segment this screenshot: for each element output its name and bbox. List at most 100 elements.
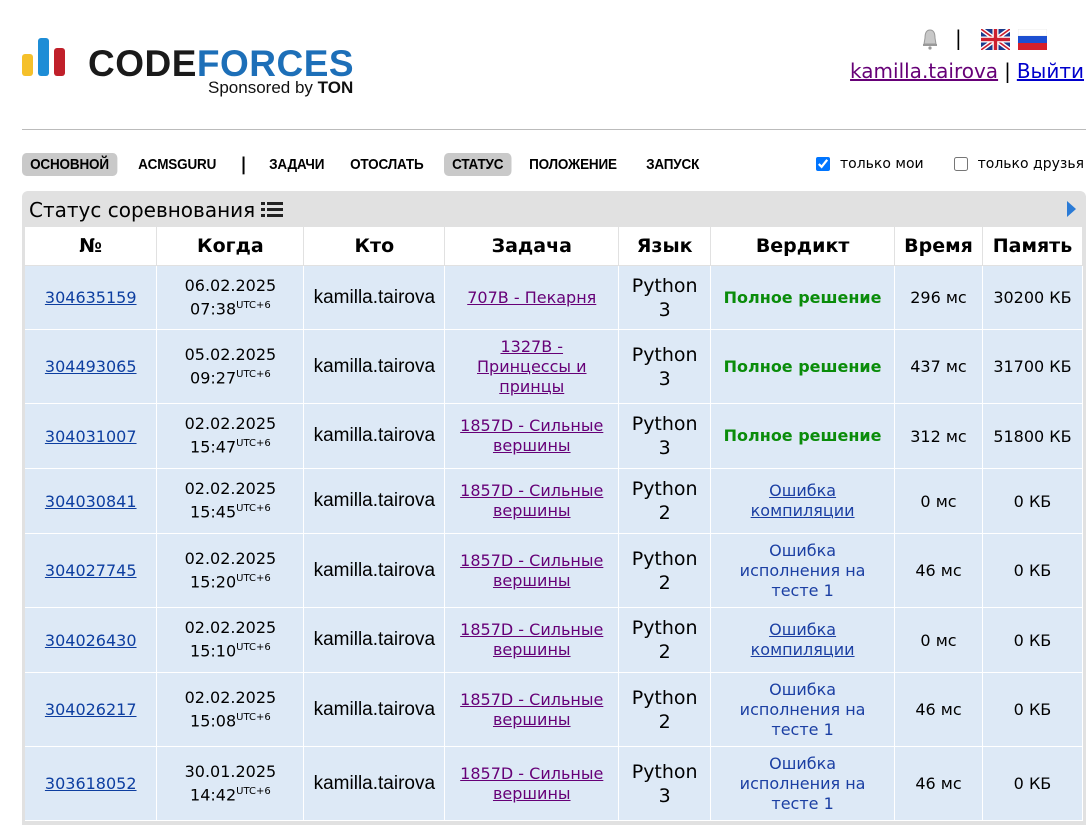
table-row: 304493065 05.02.2025 09:27UTC+6 kamilla.tai… (25, 329, 1084, 404)
language-cell: Python 2 (618, 607, 712, 673)
verdict-text: Полное решение (723, 356, 882, 376)
submission-id-link[interactable]: 304635159 (45, 288, 137, 307)
submission-time: 15:08 (190, 711, 237, 731)
submission-time: 15:10 (190, 641, 237, 661)
memory-consumed: 0 КБ (982, 468, 1084, 534)
language-version: 2 (658, 571, 671, 594)
nav-standings[interactable]: ПОЛОЖЕНИЕ (521, 153, 625, 176)
nav-main[interactable]: ОСНОВНОЙ (22, 152, 117, 176)
submission-id-cell: 304027745 (25, 533, 158, 608)
problem-link[interactable]: 1857D - Сильные вершины (460, 764, 603, 803)
problem-cell: 1857D - Сильные вершины (444, 403, 620, 469)
memory-consumed: 0 КБ (982, 672, 1084, 747)
submission-id-link[interactable]: 304026430 (45, 631, 137, 650)
status-table-header: № Когда Кто Задача Язык Вердикт Время Па… (25, 227, 1084, 266)
problem-cell: 1857D - Сильные вершины (444, 607, 620, 673)
submission-date: 02.02.2025 (184, 618, 277, 638)
filter-mine-checkbox[interactable] (816, 157, 830, 171)
language-name: Python (631, 760, 698, 783)
problem-cell: 1857D - Сильные вершины (444, 672, 620, 747)
problem-link[interactable]: 1857D - Сильные вершины (460, 551, 603, 590)
submission-id-link[interactable]: 304031007 (45, 427, 137, 446)
memory-consumed: 0 КБ (982, 533, 1084, 608)
submission-time: 15:47 (190, 437, 237, 457)
submission-id-cell: 304493065 (25, 329, 158, 404)
nav-acmsguru[interactable]: ACMSGURU (130, 153, 224, 176)
col-problem: Задача (444, 227, 620, 266)
bell-icon[interactable] (920, 28, 940, 50)
verdict-cell: Полное решение (710, 329, 896, 404)
verdict-cell: Полное решение (710, 403, 896, 469)
time-consumed: 0 мс (894, 607, 983, 673)
verdict-text[interactable]: Ошибка компиляции (751, 620, 855, 659)
auth-links: kamilla.tairova | Выйти (850, 59, 1084, 83)
russia-flag-icon[interactable] (1018, 29, 1047, 50)
submission-time: 14:42 (190, 785, 237, 805)
memory-consumed: 30200 КБ (982, 265, 1084, 330)
table-row: 303618052 30.01.2025 14:42UTC+6 kamilla.tai… (25, 746, 1084, 821)
problem-link[interactable]: 1857D - Сильные вершины (460, 690, 603, 729)
timezone-label: UTC+6 (236, 299, 271, 311)
submission-author: kamilla.tairova (303, 403, 446, 469)
submission-date: 06.02.2025 (184, 275, 277, 295)
problem-link[interactable]: 1857D - Сильные вершины (460, 620, 603, 659)
timezone-label: UTC+6 (236, 785, 271, 797)
status-panel: Статус соревнования № Когда Кто Задача Я… (22, 191, 1086, 825)
submission-id-link[interactable]: 304027745 (45, 561, 137, 580)
submission-author: kamilla.tairova (303, 265, 446, 330)
table-row: 304026217 02.02.2025 15:08UTC+6 kamilla.tai… (25, 672, 1084, 747)
verdict-cell: Ошибка компиляции (710, 607, 896, 673)
language-cell: Python 2 (618, 672, 712, 747)
problem-link[interactable]: 1857D - Сильные вершины (460, 481, 603, 520)
memory-consumed: 31700 КБ (982, 329, 1084, 404)
problem-link[interactable]: 707B - Пекарня (467, 288, 596, 307)
nav-status[interactable]: СТАТУС (443, 152, 512, 176)
language-name: Python (631, 547, 698, 570)
time-consumed: 0 мс (894, 468, 983, 534)
verdict-cell: Ошибка исполнения на тесте 1 (710, 746, 896, 821)
verdict-text: Ошибка исполнения на тесте 1 (739, 540, 866, 600)
submission-id-link[interactable]: 304030841 (45, 492, 137, 511)
submission-when-cell: 02.02.2025 15:10UTC+6 (156, 607, 305, 673)
problem-link[interactable]: 1857D - Сильные вершины (460, 416, 603, 455)
submission-when-cell: 02.02.2025 15:47UTC+6 (156, 403, 305, 469)
logout-link[interactable]: Выйти (1017, 59, 1084, 83)
time-consumed: 46 мс (894, 672, 983, 747)
nav-submit[interactable]: ОТОСЛАТЬ (342, 153, 432, 176)
submission-when-cell: 02.02.2025 15:08UTC+6 (156, 672, 305, 747)
language-name: Python (631, 413, 698, 435)
nav-problems[interactable]: ЗАДАЧИ (261, 153, 332, 176)
codeforces-logo[interactable]: CODEFORCES Sponsored by TON (22, 38, 372, 100)
submission-when-cell: 06.02.2025 07:38UTC+6 (156, 265, 305, 330)
language-version: 3 (658, 367, 671, 390)
panel-title: Статус соревнования (29, 198, 284, 222)
uk-flag-icon[interactable] (981, 29, 1010, 50)
submission-id-link[interactable]: 304026217 (45, 700, 137, 719)
submission-when-cell: 02.02.2025 15:45UTC+6 (156, 468, 305, 534)
header-user-area: | kamilla.tairova | Выйти (824, 26, 1084, 86)
verdict-text[interactable]: Ошибка компиляции (751, 481, 855, 520)
language-cell: Python 2 (618, 533, 712, 608)
language-name: Python (631, 686, 698, 709)
submission-id-link[interactable]: 304493065 (45, 357, 137, 376)
language-cell: Python 3 (618, 265, 712, 330)
problem-link[interactable]: 1327B - Принцессы и принцы (477, 337, 587, 396)
problem-cell: 1857D - Сильные вершины (444, 468, 620, 534)
play-arrow-icon[interactable] (1067, 201, 1076, 217)
memory-consumed: 51800 КБ (982, 403, 1084, 469)
submission-id-link[interactable]: 303618052 (45, 774, 137, 793)
submission-when-cell: 05.02.2025 09:27UTC+6 (156, 329, 305, 404)
memory-consumed: 0 КБ (982, 746, 1084, 821)
nav-custom-test[interactable]: ЗАПУСК (638, 153, 707, 176)
submission-author: kamilla.tairova (303, 672, 446, 747)
filter-friends[interactable]: только друзья (953, 156, 1084, 172)
submission-when-cell: 30.01.2025 14:42UTC+6 (156, 746, 305, 821)
filter-mine[interactable]: только мои (816, 156, 924, 172)
language-version: 3 (658, 437, 671, 459)
submission-date: 05.02.2025 (184, 344, 277, 364)
col-time: Время (894, 227, 983, 266)
list-icon[interactable] (261, 201, 284, 219)
username-link[interactable]: kamilla.tairova (850, 59, 998, 83)
filter-friends-checkbox[interactable] (953, 157, 968, 171)
table-row: 304635159 06.02.2025 07:38UTC+6 kamilla.tai… (25, 265, 1084, 330)
